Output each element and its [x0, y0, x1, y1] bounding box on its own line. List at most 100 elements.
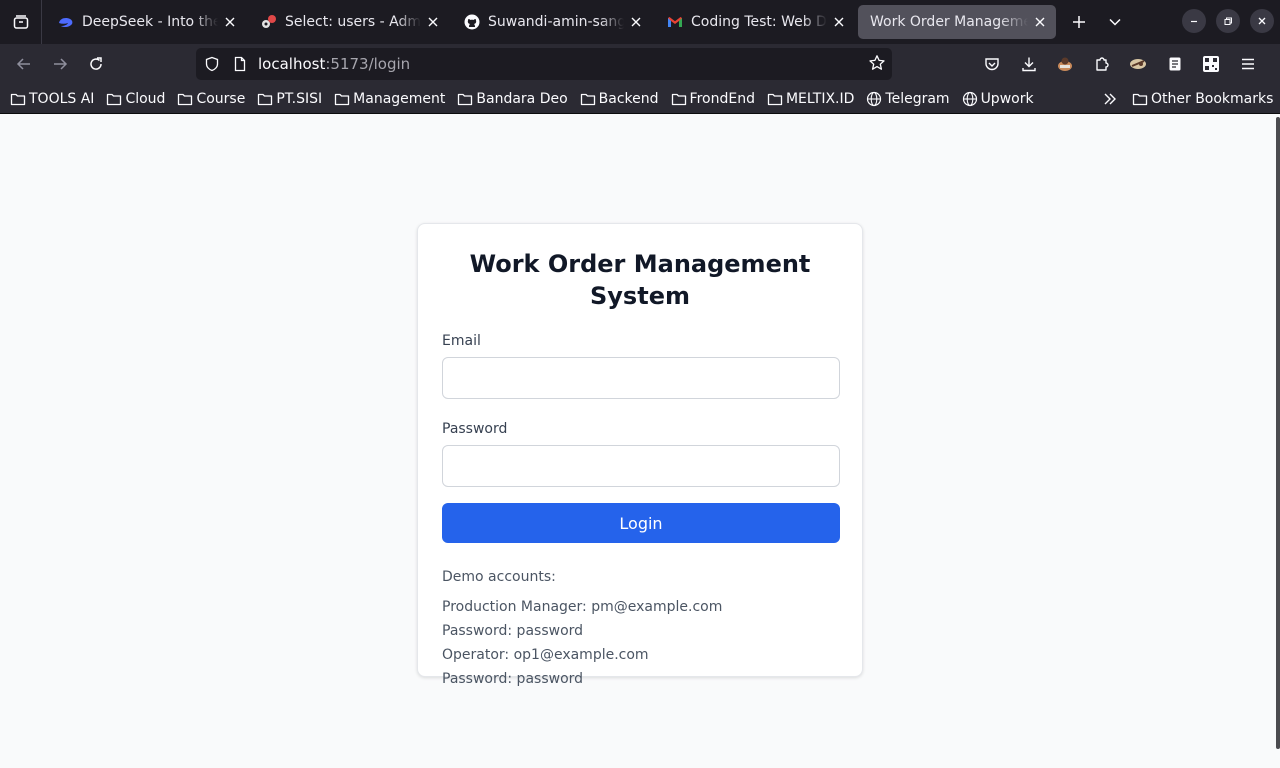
bookmark-label: Backend: [598, 90, 659, 107]
star-icon[interactable]: [868, 54, 886, 72]
email-label: Email: [442, 333, 481, 349]
downloads-button[interactable]: [1011, 48, 1048, 80]
list-all-tabs-button[interactable]: [1097, 5, 1133, 39]
bookmarks-overflow-chevron-icon[interactable]: [1102, 91, 1118, 111]
email-field[interactable]: [442, 357, 840, 399]
folder-icon: [767, 91, 786, 107]
page-scrollbar[interactable]: [1276, 117, 1280, 749]
toolbar-actions: [974, 48, 1266, 80]
extension-button[interactable]: [1120, 48, 1157, 80]
folder-icon: [671, 91, 690, 107]
reload-button[interactable]: [78, 48, 114, 80]
pocket-icon: [985, 58, 999, 71]
tab-adminer[interactable]: Select: users - Adminer: [249, 5, 449, 39]
qr-code-button[interactable]: [1193, 48, 1230, 80]
arrow-left-icon: [16, 58, 30, 70]
gmail-icon: [667, 14, 683, 30]
bookmark-label: MELTIX.ID: [785, 90, 855, 107]
close-tab-icon[interactable]: [222, 14, 238, 30]
demo-line: Operator: op1@example.com: [442, 647, 649, 663]
deepseek-whale-icon: [58, 14, 74, 30]
page-icon[interactable]: [232, 56, 248, 72]
bookmark-telegram[interactable]: Telegram: [866, 90, 950, 107]
bookmark-pt-sisi[interactable]: PT.SISI: [257, 91, 322, 107]
url-path: :5173/login: [325, 55, 411, 73]
new-tab-button[interactable]: [1061, 5, 1097, 39]
extensions-button[interactable]: [1084, 48, 1121, 80]
shield-icon[interactable]: [204, 56, 220, 72]
bookmark-label: FrondEnd: [689, 90, 755, 107]
pocket-button[interactable]: [974, 48, 1011, 80]
password-label: Password: [442, 421, 508, 437]
minimize-icon: [1191, 20, 1197, 23]
close-tab-icon[interactable]: [1032, 14, 1048, 30]
bookmark-label: TOOLS AI: [29, 90, 95, 107]
login-title: Work Order Management System: [469, 250, 811, 310]
tab-list-button[interactable]: [0, 0, 42, 44]
password-field[interactable]: [442, 445, 840, 487]
folder-icon: [257, 91, 276, 107]
bookmark-backend[interactable]: Backend: [580, 91, 659, 107]
bookmark-frondend[interactable]: FrondEnd: [671, 91, 755, 107]
url-bar[interactable]: localhost:5173/login: [196, 48, 892, 80]
bookmark-label: Cloud: [125, 90, 166, 107]
login-button[interactable]: Login: [442, 503, 840, 543]
tab-github[interactable]: Suwandi-amin-sangaji/: [452, 5, 652, 39]
browser-tab-bar: DeepSeek - Into the Unknown Select: user…: [0, 0, 1280, 44]
bookmark-course[interactable]: Course: [177, 91, 245, 107]
folder-icon: [10, 91, 29, 107]
restore-button[interactable]: [1216, 9, 1240, 33]
bookmark-upwork[interactable]: Upwork: [962, 91, 1034, 107]
close-window-button[interactable]: [1250, 9, 1274, 33]
back-button[interactable]: [6, 48, 42, 80]
arrow-right-icon: [54, 58, 68, 70]
tab-gmail[interactable]: Coding Test: Web Dev: [655, 5, 855, 39]
page-content: Work Order Management System Email Passw…: [0, 115, 1280, 768]
adminer-icon: [261, 14, 277, 30]
folder-icon: [1132, 91, 1151, 107]
globe-icon: [962, 91, 981, 107]
bookmarks-toolbar: TOOLS AI Cloud Course PT.SISI Management Band…: [0, 84, 1280, 114]
bookmark-cloud[interactable]: Cloud: [106, 91, 165, 107]
reader-icon: [1169, 57, 1181, 71]
other-bookmarks[interactable]: Other Bookmarks: [1132, 84, 1273, 114]
minimize-button[interactable]: [1182, 9, 1206, 33]
tab-list-icon: [13, 15, 28, 29]
reader-view-button[interactable]: [1157, 48, 1194, 80]
tab-work-order-management[interactable]: Work Order Management: [858, 5, 1056, 39]
folder-icon: [177, 91, 196, 107]
menu-button[interactable]: [1230, 48, 1267, 80]
restore-icon: [1224, 17, 1232, 25]
demo-line: Password: password: [442, 623, 584, 639]
puzzle-icon: [1096, 57, 1109, 71]
reload-icon: [90, 57, 102, 70]
close-tab-icon[interactable]: [628, 14, 644, 30]
qr-code-icon: [1203, 56, 1220, 72]
tab-title: Suwandi-amin-sangaji/: [488, 14, 624, 30]
avatar-icon: [1058, 57, 1073, 71]
other-bookmarks-label: Other Bookmarks: [1151, 91, 1274, 107]
close-tab-icon[interactable]: [425, 14, 441, 30]
url-text[interactable]: localhost:5173/login: [258, 55, 410, 73]
bookmark-label: Management: [353, 90, 446, 107]
demo-accounts: Demo accounts: Production Manager: pm@ex…: [442, 567, 838, 691]
bookmark-label: Bandara Deo: [476, 90, 568, 107]
demo-line: Password: password: [442, 671, 584, 687]
bookmark-tools-ai[interactable]: TOOLS AI: [10, 91, 94, 107]
close-tab-icon[interactable]: [831, 14, 847, 30]
bookmark-meltix-id[interactable]: MELTIX.ID: [767, 91, 854, 107]
account-button[interactable]: [1047, 48, 1084, 80]
github-icon: [464, 14, 480, 30]
bookmark-label: PT.SISI: [276, 90, 323, 107]
bookmark-management[interactable]: Management: [334, 91, 445, 107]
folder-icon: [457, 91, 476, 107]
forward-button[interactable]: [42, 48, 78, 80]
tab-deepseek[interactable]: DeepSeek - Into the Unknown: [46, 5, 246, 39]
url-host: localhost: [258, 55, 326, 73]
extension-icon: [1130, 59, 1147, 69]
tab-strip: DeepSeek - Into the Unknown Select: user…: [42, 0, 1133, 44]
bookmark-label: Telegram: [885, 90, 950, 107]
bookmark-label: Upwork: [980, 90, 1034, 107]
bookmark-bandara-deo[interactable]: Bandara Deo: [457, 90, 568, 107]
navigation-toolbar: localhost:5173/login: [0, 44, 1280, 84]
